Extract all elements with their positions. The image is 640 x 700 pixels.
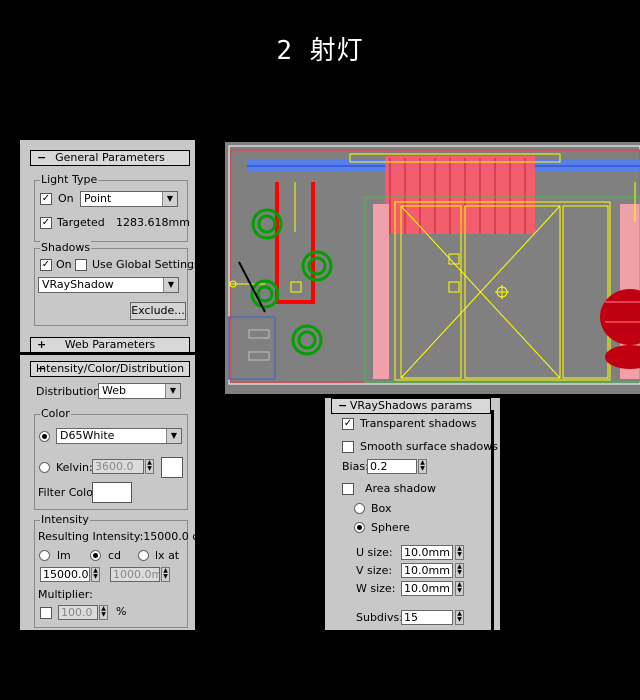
dropdown-value: Web (102, 384, 126, 397)
use-global-settings-checkbox[interactable] (75, 259, 87, 271)
general-parameters-rollout[interactable]: − General Parameters (30, 150, 190, 166)
multiplier-spinner[interactable]: ▲ ▼ (99, 605, 108, 620)
shadows-on-checkbox[interactable]: ✓ (40, 259, 52, 271)
lx-distance-field[interactable]: 1000.0mr (110, 567, 160, 582)
light-type-dropdown[interactable]: Point ▼ (80, 191, 178, 207)
u-size-spinner[interactable]: ▲ ▼ (455, 545, 464, 560)
use-global-settings-label: Use Global Settings (92, 258, 200, 271)
intensity-color-distribution-rollout[interactable]: − Intensity/Color/Distribution (30, 361, 190, 377)
light-on-label: On (58, 192, 74, 205)
w-size-spinner[interactable]: ▲ ▼ (455, 581, 464, 596)
collapse-icon: − (37, 362, 47, 375)
u-size-field[interactable]: 10.0mm (401, 545, 453, 560)
collapse-icon: − (338, 399, 348, 412)
v-size-spinner[interactable]: ▲ ▼ (455, 563, 464, 578)
kelvin-color-swatch[interactable] (161, 457, 183, 478)
rollout-title: VRayShadows params (349, 399, 473, 412)
divider (0, 352, 215, 355)
scrollbar[interactable] (196, 290, 199, 620)
chair (600, 289, 640, 369)
kelvin-spinner[interactable]: ▲ ▼ (145, 459, 154, 474)
group-caption: Shadows (40, 241, 92, 254)
kelvin-field[interactable]: 3600.0 (92, 459, 144, 474)
transparent-shadows-checkbox[interactable]: ✓ (342, 418, 354, 430)
bias-spinner[interactable]: ▲ ▼ (418, 459, 427, 474)
smooth-surface-shadows-checkbox[interactable] (342, 441, 354, 453)
subdivs-label: Subdivs: (356, 611, 403, 624)
group-caption: Intensity (40, 513, 90, 526)
distribution-dropdown[interactable]: Web ▼ (98, 383, 181, 399)
scrollbar[interactable] (491, 410, 494, 630)
chevron-down-icon: ▼ (163, 278, 178, 292)
lx-distance-spinner[interactable]: ▲ ▼ (161, 567, 170, 582)
chevron-down-icon: ▼ (162, 192, 177, 206)
filter-color-swatch[interactable] (92, 482, 132, 503)
w-size-label: W size: (356, 582, 396, 595)
area-shadow-label: Area shadow (365, 482, 436, 495)
light-parameters-panel: − General Parameters Light Type ✓ On Poi… (20, 140, 205, 630)
vray-shadows-panel: − VRayShadows params ✓ Transparent shado… (325, 398, 500, 630)
area-shadow-checkbox[interactable] (342, 483, 354, 495)
unit-cd-label: cd (108, 549, 122, 562)
w-size-field[interactable]: 10.0mm (401, 581, 453, 596)
page-title: 2 射灯 (276, 36, 364, 66)
smooth-surface-shadows-label: Smooth surface shadows (360, 440, 498, 453)
distribution-label: Distribution: (36, 385, 104, 398)
exclude-button[interactable]: Exclude... (130, 302, 186, 320)
shadows-on-label: On (56, 258, 72, 271)
viewport[interactable] (225, 142, 640, 394)
kelvin-radio[interactable] (39, 462, 50, 473)
targeted-label: Targeted (57, 216, 105, 229)
sphere-radio[interactable] (354, 522, 365, 533)
group-caption: Color (40, 407, 71, 420)
subdivs-field[interactable]: 15 (401, 610, 453, 625)
group-caption: Light Type (40, 173, 99, 186)
chevron-down-icon: ▼ (165, 384, 180, 398)
shadow-type-dropdown[interactable]: VRayShadow ▼ (38, 277, 179, 293)
unit-lx-radio[interactable] (138, 550, 149, 561)
collapse-icon: − (37, 151, 47, 164)
multiplier-label: Multiplier: (38, 588, 93, 601)
dropdown-value: Point (84, 192, 112, 205)
unit-lx-label: lx at (155, 549, 180, 562)
light-on-checkbox[interactable]: ✓ (40, 193, 52, 205)
rollout-title: General Parameters (55, 151, 165, 164)
dropdown-value: D65White (60, 429, 115, 442)
u-size-label: U size: (356, 546, 393, 559)
light-type-group: Light Type (34, 173, 188, 242)
vray-shadows-rollout[interactable]: − VRayShadows params (331, 398, 491, 414)
intensity-spinner[interactable]: ▲ ▼ (91, 567, 100, 582)
chevron-down-icon: ▼ (166, 429, 181, 443)
subdivs-spinner[interactable]: ▲ ▼ (455, 610, 464, 625)
kelvin-label: Kelvin: (56, 461, 93, 474)
rollout-title: Intensity/Color/Distribution (35, 362, 185, 375)
color-preset-dropdown[interactable]: D65White ▼ (56, 428, 182, 444)
expand-icon: + (37, 338, 47, 351)
multiplier-field[interactable]: 100.0 (58, 605, 98, 620)
unit-lm-radio[interactable] (39, 550, 50, 561)
rollout-title: Web Parameters (64, 338, 156, 351)
bias-field[interactable]: 0.2 (367, 459, 417, 474)
unit-cd-radio[interactable] (90, 550, 101, 561)
intensity-field[interactable]: 15000.0 (40, 567, 90, 582)
transparent-shadows-label: Transparent shadows (360, 417, 477, 430)
box-radio[interactable] (354, 503, 365, 514)
dropdown-value: VRayShadow (42, 278, 114, 291)
bias-label: Bias: (342, 460, 369, 473)
web-parameters-rollout[interactable]: + Web Parameters (30, 337, 190, 353)
v-size-label: V size: (356, 564, 393, 577)
v-size-field[interactable]: 10.0mm (401, 563, 453, 578)
multiplier-checkbox[interactable] (40, 607, 52, 619)
targeted-checkbox[interactable]: ✓ (40, 217, 52, 229)
sphere-label: Sphere (371, 521, 410, 534)
percent-label: % (116, 605, 127, 618)
color-preset-radio[interactable] (39, 431, 50, 442)
unit-lm-label: lm (57, 549, 71, 562)
box-label: Box (371, 502, 392, 515)
target-distance: 1283.618mm (116, 216, 190, 229)
resulting-intensity: Resulting Intensity:15000.0 cd (38, 530, 206, 543)
